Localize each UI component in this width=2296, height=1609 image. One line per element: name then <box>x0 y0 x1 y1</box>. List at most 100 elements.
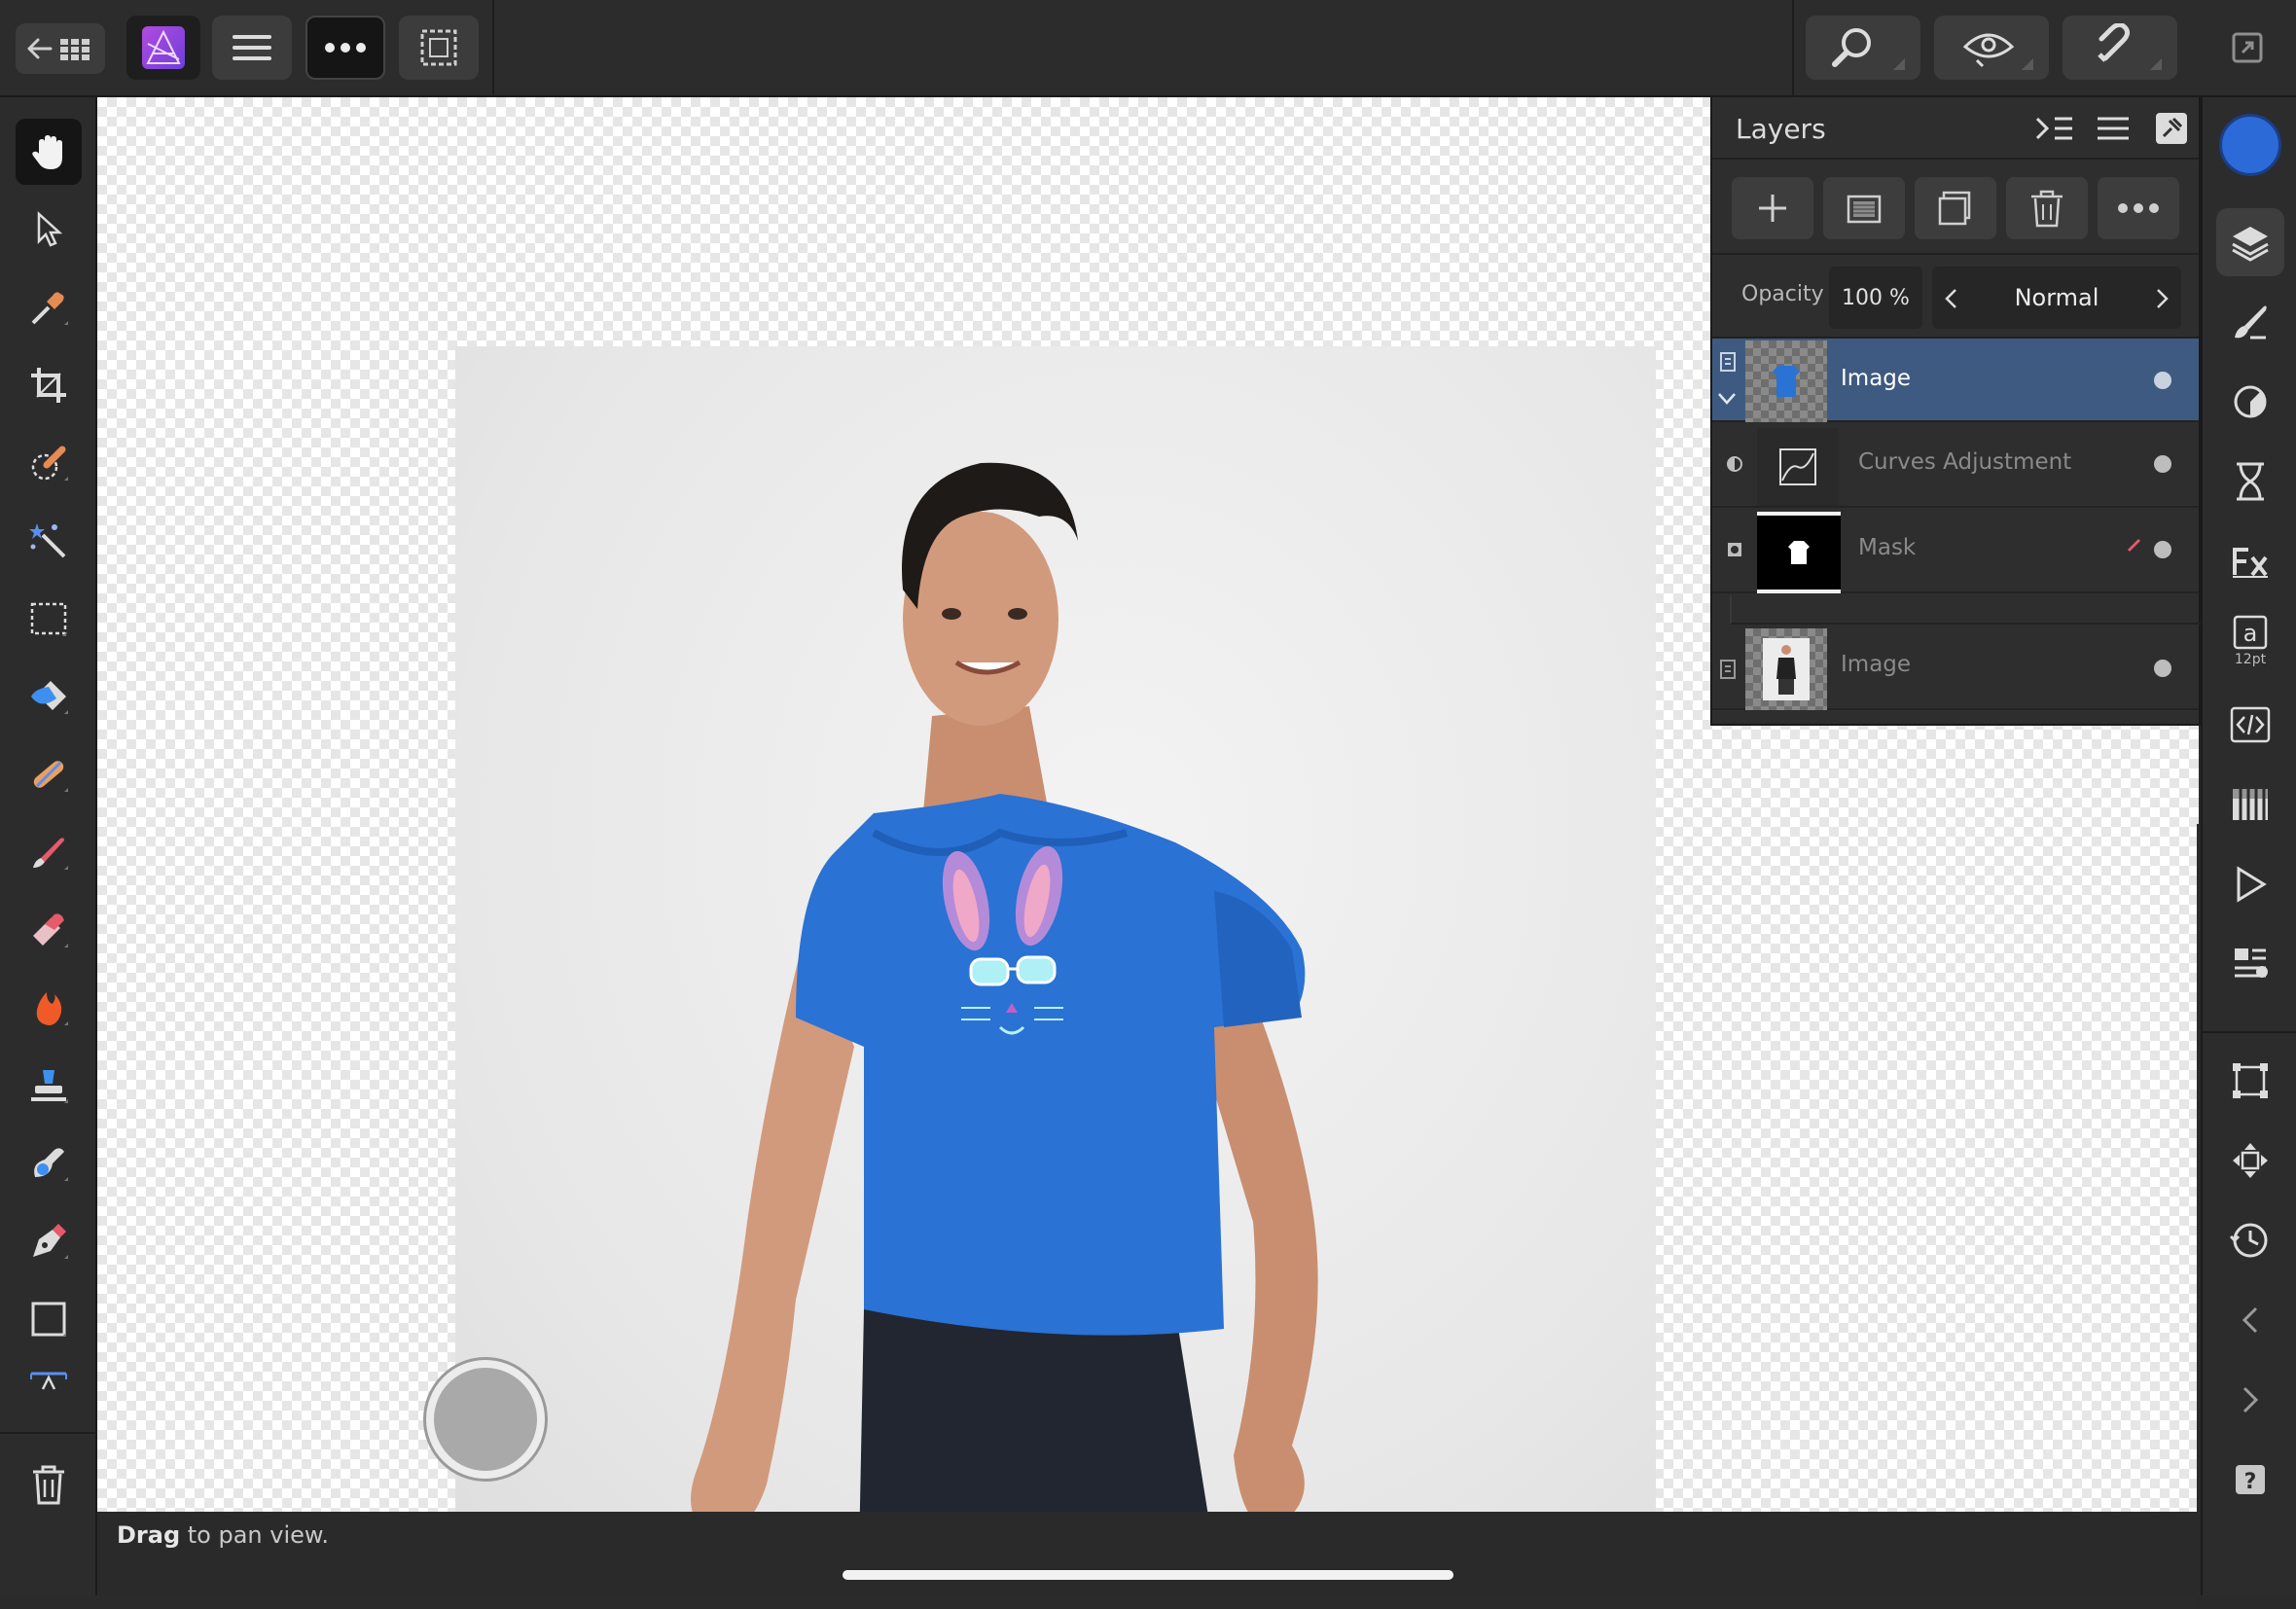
hand-icon <box>32 135 62 169</box>
erase-tool[interactable] <box>16 897 82 963</box>
gradient-tool[interactable] <box>16 741 82 807</box>
delete-layer-button[interactable] <box>2006 177 2088 239</box>
info-studio-button[interactable] <box>2216 930 2284 998</box>
group-icon <box>1938 191 1971 226</box>
macro-studio-button[interactable] <box>2216 691 2284 759</box>
rectangle-shape-tool[interactable] <box>16 1286 82 1352</box>
add-mask-button[interactable] <box>1823 177 1905 239</box>
fx-studio-button[interactable] <box>2216 527 2284 595</box>
retouch-tool[interactable] <box>16 1130 82 1197</box>
move-arrows-icon <box>2233 1143 2268 1178</box>
studio-divider <box>2203 1031 2296 1033</box>
adjustments-studio-button[interactable] <box>2216 368 2284 436</box>
navigator-studio-button[interactable] <box>2216 850 2284 918</box>
play-triangle-icon <box>2237 866 2267 903</box>
list-panel-icon <box>2235 948 2268 978</box>
photo-persona-icon <box>142 26 185 69</box>
channels-studio-button[interactable] <box>2216 770 2284 839</box>
mask-thumbnail <box>1757 512 1841 593</box>
text-studio-button[interactable]: a 12pt <box>2216 607 2284 675</box>
layer-item[interactable]: Image <box>1712 339 2199 422</box>
redo-button[interactable] <box>2216 1366 2284 1434</box>
layer-visibility-toggle[interactable] <box>2154 372 2171 389</box>
flood-fill-tool[interactable] <box>16 663 82 730</box>
primary-color-swatch <box>2219 114 2281 176</box>
status-hint-text: to pan view. <box>180 1521 329 1549</box>
add-layer-button[interactable] <box>1732 177 1813 239</box>
history-navigate-button[interactable] <box>2216 1206 2284 1274</box>
mask-indicator-icon <box>1728 543 1741 556</box>
chevron-down-icon[interactable] <box>1716 391 1738 407</box>
layer-visibility-toggle[interactable] <box>2154 455 2171 473</box>
undo-button[interactable] <box>2216 1286 2284 1354</box>
chevron-right-icon <box>2242 1386 2259 1413</box>
adjustment-dial-icon <box>2234 385 2267 418</box>
brushes-studio-button[interactable] <box>2216 288 2284 356</box>
main-menu-button[interactable] <box>212 16 292 80</box>
group-layers-button[interactable] <box>1915 177 1996 239</box>
ellipsis-icon <box>2118 203 2159 213</box>
pen-tool[interactable] <box>16 1208 82 1274</box>
layer-more-options-button[interactable] <box>2098 177 2179 239</box>
clock-history-icon <box>2229 1223 2268 1258</box>
layer-visibility-toggle[interactable] <box>2154 660 2171 677</box>
flood-select-tool[interactable] <box>16 508 82 574</box>
transform-studio-button[interactable] <box>2216 1047 2284 1115</box>
text-frame-icon <box>30 1372 67 1390</box>
trash-icon <box>2031 190 2063 228</box>
back-to-home-button[interactable] <box>16 23 105 74</box>
color-picker-tool[interactable] <box>16 274 82 340</box>
fullscreen-toggle-button[interactable] <box>2214 16 2280 80</box>
curves-graph-icon <box>1779 448 1816 485</box>
selection-mode-button[interactable] <box>399 16 479 80</box>
delete-button[interactable] <box>16 1451 82 1518</box>
panel-menu-button[interactable] <box>2094 109 2136 148</box>
context-status-bar: Drag to pan view. <box>97 1512 2199 1595</box>
blend-mode-selector[interactable]: Normal <box>1932 267 2181 329</box>
crop-tool[interactable] <box>16 352 82 418</box>
snapping-button[interactable] <box>2063 16 2177 80</box>
layer-actions-bar <box>1712 161 2199 255</box>
text-size-label: 12pt <box>2234 652 2267 667</box>
layer-item[interactable]: Curves Adjustment <box>1712 424 2199 508</box>
rectangular-marquee-tool[interactable] <box>16 586 82 652</box>
photo-persona-button[interactable] <box>126 16 200 80</box>
layer-name: Image <box>1841 652 1912 677</box>
move-tool[interactable] <box>16 197 82 263</box>
layer-visibility-toggle[interactable] <box>2154 541 2171 558</box>
view-zoom-button[interactable] <box>1806 16 1920 80</box>
brush-icon <box>2235 305 2267 340</box>
tshirt-thumbnail-icon <box>1773 366 1800 397</box>
move-arrows-button[interactable] <box>2216 1126 2284 1195</box>
paint-brush-tool[interactable] <box>16 819 82 885</box>
hamburger-menu-icon <box>233 35 271 60</box>
eye-view-icon <box>1962 33 2033 70</box>
pin-panel-button[interactable] <box>2154 111 2189 146</box>
dodge-burn-tool[interactable] <box>16 975 82 1041</box>
view-tool[interactable] <box>16 119 82 185</box>
history-studio-button[interactable] <box>2216 447 2284 516</box>
status-hint: Drag to pan view. <box>117 1521 329 1549</box>
layers-studio-button[interactable] <box>2216 208 2284 276</box>
group-end-spacer <box>1730 595 2201 625</box>
more-options-button[interactable] <box>305 16 385 80</box>
layer-item[interactable]: Mask <box>1712 510 2199 593</box>
layer-name: Mask <box>1858 535 1917 560</box>
svg-text:a: a <box>2243 620 2258 647</box>
adjustment-layer-icon <box>1727 456 1742 472</box>
pin-icon <box>2156 113 2187 144</box>
ellipsis-icon <box>325 43 366 53</box>
color-studio-button[interactable] <box>2216 111 2284 179</box>
layer-item[interactable]: Image <box>1712 626 2199 710</box>
eyedropper-icon <box>31 292 68 325</box>
collapse-panel-button[interactable] <box>2033 109 2076 148</box>
artistic-text-tool[interactable] <box>16 1362 82 1401</box>
view-options-button[interactable] <box>1934 16 2049 80</box>
opacity-field[interactable]: 100 % <box>1829 267 1922 329</box>
clone-tool[interactable] <box>16 1053 82 1119</box>
status-action: Drag <box>117 1521 181 1549</box>
curves-thumbnail <box>1757 428 1839 506</box>
help-button[interactable]: ? <box>2216 1446 2284 1514</box>
layer-name: Curves Adjustment <box>1858 449 2072 475</box>
selection-brush-tool[interactable] <box>16 430 82 496</box>
